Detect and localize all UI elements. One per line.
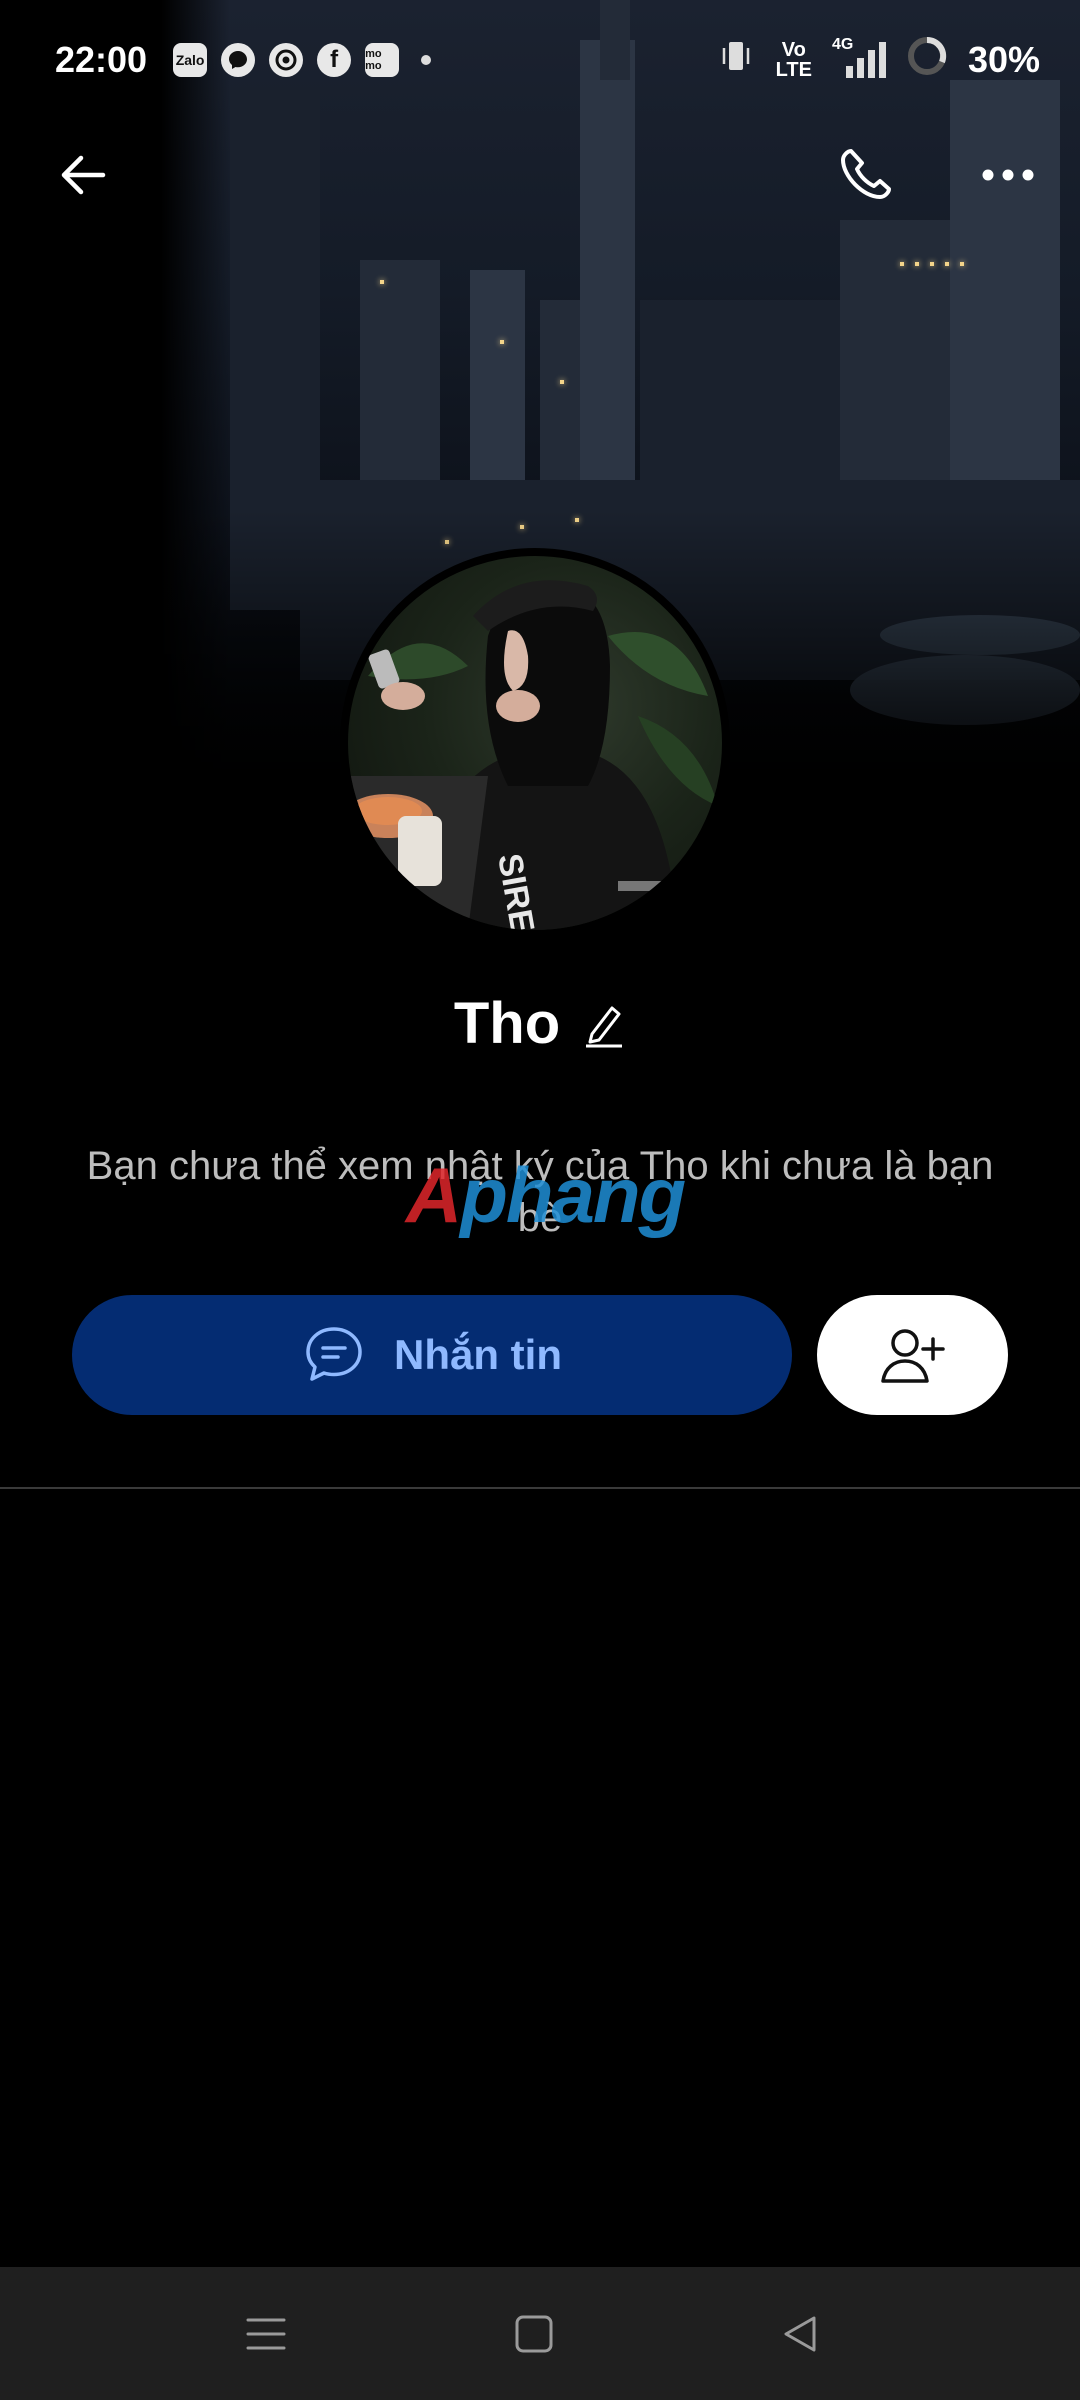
recent-apps-button[interactable] <box>206 2267 326 2400</box>
facebook-icon: f <box>317 43 352 77</box>
add-friend-button[interactable] <box>817 1295 1008 1415</box>
watermark-logo: Aphang <box>405 1151 686 1239</box>
message-button[interactable]: Nhắn tin <box>72 1295 792 1415</box>
profile-name-row: Tho <box>0 990 1080 1057</box>
triangle-back-icon <box>784 2316 816 2351</box>
chat-bubble-icon <box>306 1327 362 1381</box>
more-notifications-icon <box>421 55 432 65</box>
pencil-icon <box>586 1006 623 1047</box>
messenger-icon <box>221 43 256 77</box>
more-horizontal-icon <box>982 169 1034 181</box>
chrome-icon <box>269 43 304 77</box>
arrow-left-icon <box>61 155 106 195</box>
profile-avatar[interactable]: SIRE <box>340 548 730 938</box>
home-button[interactable] <box>474 2267 594 2400</box>
system-navigation-bar <box>0 2267 1080 2400</box>
add-user-icon <box>880 1329 945 1383</box>
status-time: 22:00 <box>55 39 148 80</box>
section-divider <box>0 1487 1080 1489</box>
menu-icon <box>246 2318 286 2349</box>
back-button[interactable] <box>38 130 128 220</box>
profile-name: Tho <box>453 991 561 1056</box>
message-button-label: Nhắn tin <box>394 1331 562 1378</box>
battery-icon <box>906 35 948 86</box>
battery-percent: 30% <box>967 39 1040 80</box>
back-nav-button[interactable] <box>740 2267 860 2400</box>
top-action-bar <box>0 130 1080 230</box>
volte-icon: Vo LTE <box>775 39 812 81</box>
vibrate-icon <box>716 36 756 85</box>
signal-icon: 4G <box>832 36 886 78</box>
more-options-button[interactable] <box>963 130 1053 220</box>
status-bar: 22:00 Zalo f mo mo Vo LTE 4G 30% <box>0 0 1080 120</box>
zalo-icon: Zalo <box>173 43 208 77</box>
call-button[interactable] <box>820 130 910 220</box>
phone-icon <box>841 149 891 199</box>
edit-name-button[interactable] <box>582 1000 626 1048</box>
avatar-photo: SIRE <box>348 580 718 930</box>
momo-icon: mo mo <box>365 43 400 77</box>
square-icon <box>515 2315 553 2352</box>
